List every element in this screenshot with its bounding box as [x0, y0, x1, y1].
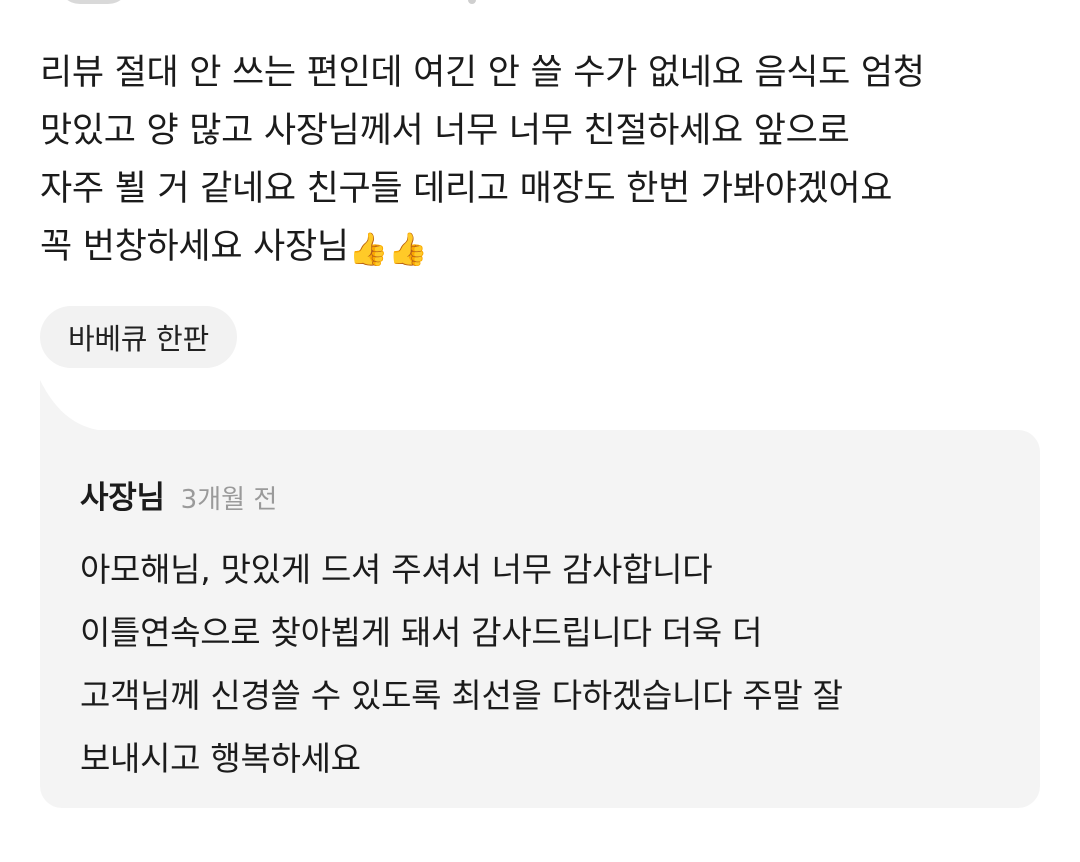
reply-line: 아모해님, 맛있게 드셔 주셔서 너무 감사합니다	[80, 550, 713, 589]
reply-header: 사장님 3개월 전	[80, 472, 277, 517]
review-line: 리뷰 절대 안 쓰는 편인데 여긴 안 쓸 수가 없네요 음식도 엄청	[40, 53, 925, 93]
review-line: 맛있고 양 많고 사장님께서 너무 너무 친절하세요 앞으로	[40, 111, 850, 151]
menu-tag-label: 바베큐 한판	[68, 322, 209, 356]
reply-bubble-tail	[40, 380, 120, 432]
thumbs-up-icon: 👍👍	[348, 230, 428, 268]
reply-body: 아모해님, 맛있게 드셔 주셔서 너무 감사합니다 이틀연속으로 찾아뵙게 돼서…	[80, 538, 1020, 790]
review-line: 꼭 번창하세요 사장님👍👍	[40, 218, 1050, 276]
review-line-text: 꼭 번창하세요 사장님	[40, 227, 349, 267]
header-dot-icon	[468, 0, 476, 4]
review-line: 자주 뵐 거 같네요 친구들 데리고 매장도 한번 가봐야겠어요	[40, 169, 893, 209]
review-body: 리뷰 절대 안 쓰는 편인데 여긴 안 쓸 수가 없네요 음식도 엄청 맛있고 …	[40, 44, 1050, 276]
reply-line: 고객님께 신경쓸 수 있도록 최선을 다하겠습니다 주말 잘	[80, 676, 843, 715]
reply-line: 보내시고 행복하세요	[80, 739, 361, 778]
reply-timestamp: 3개월 전	[180, 485, 278, 515]
menu-tag-chip[interactable]: 바베큐 한판	[40, 306, 237, 368]
reply-author: 사장님	[80, 480, 165, 516]
reviewer-avatar	[58, 0, 130, 4]
owner-reply: 사장님 3개월 전 아모해님, 맛있게 드셔 주셔서 너무 감사합니다 이틀연속…	[40, 430, 1040, 808]
reply-line: 이틀연속으로 찾아뵙게 돼서 감사드립니다 더욱 더	[80, 613, 763, 652]
